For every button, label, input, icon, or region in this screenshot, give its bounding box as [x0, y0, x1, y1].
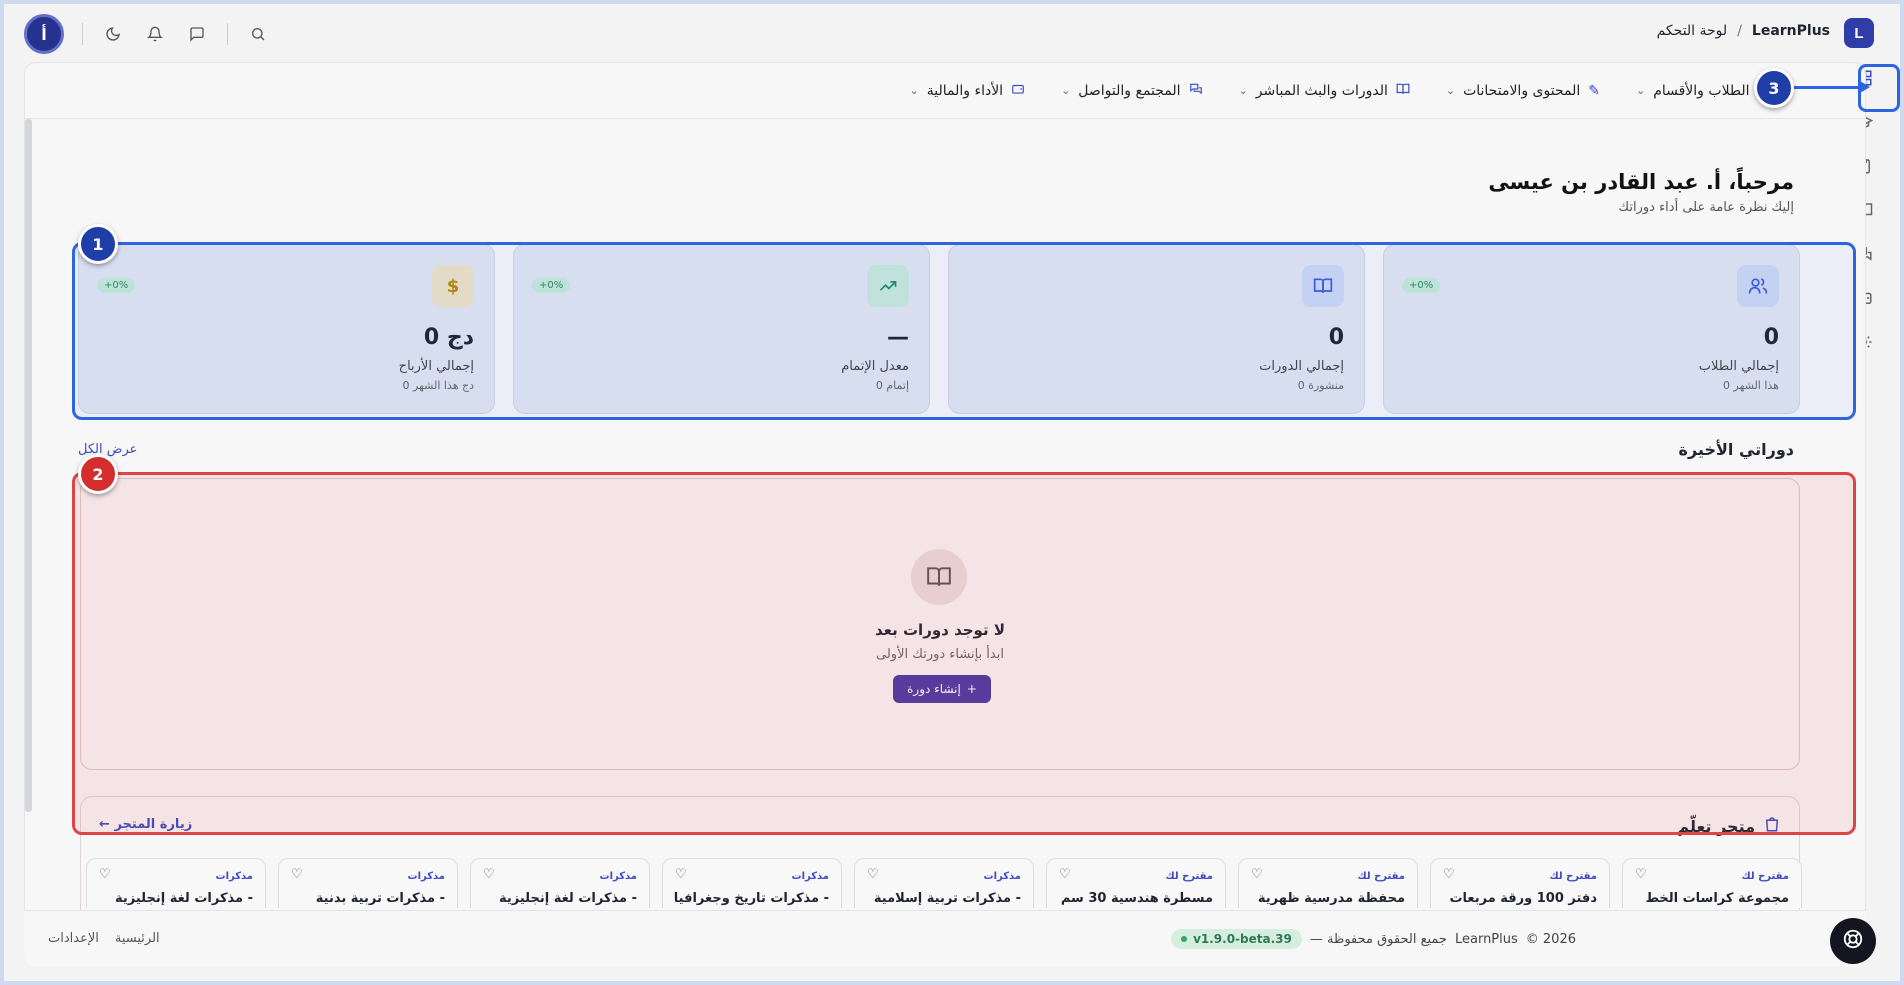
product-card[interactable]: مقترح لك ♡ مسطرة هندسية 30 سم — [1046, 858, 1226, 908]
top-bar-actions: أ — [24, 14, 270, 54]
chevron-down-icon: ⌄ — [1445, 84, 1456, 97]
scrollbar[interactable] — [25, 119, 32, 812]
product-name: دفتر 100 ورقة مربعات — [1449, 891, 1597, 906]
copyright-year: © 2026 — [1525, 931, 1576, 947]
wallet-icon — [1011, 82, 1025, 100]
nav-label: الدورات والبث المباشر — [1255, 82, 1388, 99]
heart-icon[interactable]: ♡ — [1251, 867, 1263, 882]
welcome-block: مرحباً، أ. عبد القادر بن عيسى إليك نظرة … — [1488, 170, 1794, 215]
heart-icon[interactable]: ♡ — [675, 867, 687, 882]
bell-icon[interactable] — [143, 22, 167, 46]
annotation-badge-2: 2 — [78, 454, 118, 494]
heart-icon[interactable]: ♡ — [867, 867, 879, 882]
footer-links: الرئيسية الإعدادات — [48, 931, 160, 946]
product-list: مقترح لك ♡ مجموعة كراسات الخط مقترح لك ♡ دفت… — [80, 858, 1802, 908]
heart-icon[interactable]: ♡ — [1635, 867, 1647, 882]
status-dot — [1181, 936, 1188, 942]
heart-icon[interactable]: ♡ — [291, 867, 303, 882]
heart-icon[interactable]: ♡ — [1443, 867, 1455, 882]
product-tag: مذكرات — [983, 871, 1021, 882]
chat-icon — [1189, 82, 1203, 100]
product-card[interactable]: مذكرات ♡ مذكرات تربية إسلامية - — [854, 858, 1034, 908]
product-name: مذكرات تاريخ وجغرافيا - — [673, 891, 829, 906]
annotation-arrow — [1794, 81, 1870, 93]
divider — [227, 23, 228, 45]
brand-logo[interactable]: L — [1844, 18, 1874, 48]
chevron-down-icon: ⌄ — [1238, 84, 1248, 97]
product-name: مجموعة كراسات الخط — [1645, 891, 1789, 906]
footer-settings-link[interactable]: الإعدادات — [48, 931, 99, 946]
nav-finance[interactable]: الأداء والمالية ⌄ — [910, 82, 1026, 100]
heart-icon[interactable]: ♡ — [99, 867, 111, 882]
recent-courses-title: دوراتي الأخيرة — [1678, 440, 1794, 459]
nav-label: المجتمع والتواصل — [1078, 82, 1181, 99]
top-bar: L LearnPlus / لوحة التحكم أ — [4, 4, 1900, 62]
annotation-badge-1: 1 — [78, 224, 118, 264]
footer: © 2026 LearnPlus — جميع الحقوق محفوظة v1… — [24, 910, 1866, 967]
product-tag: مقترح لك — [1165, 871, 1213, 882]
page-title: مرحباً، أ. عبد القادر بن عيسى — [1488, 170, 1794, 194]
footer-copyright: © 2026 LearnPlus — جميع الحقوق محفوظة v1… — [1171, 929, 1576, 949]
nav-label: الأداء والمالية — [926, 82, 1004, 99]
user-avatar[interactable]: أ — [24, 14, 64, 54]
search-icon[interactable] — [246, 22, 270, 46]
breadcrumb-current: لوحة التحكم — [1656, 23, 1728, 39]
product-card[interactable]: مقترح لك ♡ محفظة مدرسية ظهرية — [1238, 858, 1418, 908]
product-tag: مقترح لك — [1741, 871, 1789, 882]
view-all-link[interactable]: عرض الكل — [78, 442, 137, 457]
product-tag: مقترح لك — [1357, 871, 1405, 882]
version-text: v1.9.0-beta.39 — [1193, 932, 1292, 946]
product-name: مسطرة هندسية 30 سم — [1060, 891, 1213, 906]
chevron-down-icon: ⌄ — [909, 84, 919, 97]
annotation-badge-3: 3 — [1754, 68, 1794, 108]
product-name: مذكرات لغة إنجليزية - — [115, 891, 253, 906]
help-button[interactable] — [1830, 918, 1876, 964]
product-tag: مذكرات — [791, 871, 829, 882]
page-subtitle: إليك نظرة عامة على أداء دوراتك — [1618, 200, 1794, 215]
top-nav: 🎓 الطلاب والأقسام ⌄ ✎ المحتوى والامتحانا… — [25, 63, 1865, 119]
product-card[interactable]: مذكرات ♡ مذكرات تاريخ وجغرافيا - — [662, 858, 842, 908]
heart-icon[interactable]: ♡ — [483, 867, 495, 882]
nav-content[interactable]: ✎ المحتوى والامتحانات ⌄ — [1446, 83, 1600, 99]
footer-brand: LearnPlus — [1454, 931, 1518, 947]
product-tag: مذكرات — [215, 871, 253, 882]
message-icon[interactable] — [185, 22, 209, 46]
chevron-down-icon: ⌄ — [1635, 84, 1646, 97]
moon-icon[interactable] — [101, 22, 125, 46]
nav-community[interactable]: المجتمع والتواصل ⌄ — [1061, 82, 1202, 100]
chevron-down-icon: ⌄ — [1061, 84, 1071, 97]
product-card[interactable]: مقترح لك ♡ دفتر 100 ورقة مربعات — [1430, 858, 1610, 908]
nav-courses[interactable]: الدورات والبث المباشر ⌄ — [1239, 82, 1410, 100]
product-tag: مذكرات — [599, 871, 637, 882]
product-tag: مقترح لك — [1549, 871, 1597, 882]
app-frame: L LearnPlus / لوحة التحكم أ الطلاب والأق… — [0, 0, 1904, 985]
breadcrumb: LearnPlus / لوحة التحكم — [1657, 23, 1830, 39]
nav-label: الطلاب والأقسام — [1653, 82, 1750, 99]
heart-icon[interactable]: ♡ — [1059, 867, 1071, 882]
breadcrumb-separator: / — [1737, 23, 1742, 39]
product-name: مذكرات تربية بدنية - — [315, 891, 445, 906]
version-badge: v1.9.0-beta.39 — [1171, 929, 1302, 949]
product-card[interactable]: مذكرات ♡ مذكرات لغة إنجليزية - — [86, 858, 266, 908]
breadcrumb-brand[interactable]: LearnPlus — [1752, 23, 1830, 39]
product-card[interactable]: مقترح لك ♡ مجموعة كراسات الخط — [1622, 858, 1802, 908]
product-name: مذكرات لغة إنجليزية - — [499, 891, 637, 906]
footer-home-link[interactable]: الرئيسية — [115, 931, 160, 946]
divider — [82, 23, 83, 45]
rights-text: — جميع الحقوق محفوظة — [1309, 931, 1447, 947]
nav-label: المحتوى والامتحانات — [1463, 82, 1581, 99]
product-name: محفظة مدرسية ظهرية — [1257, 891, 1405, 906]
lifebuoy-icon — [1842, 928, 1864, 954]
product-card[interactable]: مذكرات ♡ مذكرات تربية بدنية - — [278, 858, 458, 908]
product-name: مذكرات تربية إسلامية - — [873, 891, 1021, 906]
product-tag: مذكرات — [407, 871, 445, 882]
book-icon — [1396, 82, 1410, 100]
highlight-courses — [72, 472, 1856, 835]
highlight-stats — [72, 242, 1856, 420]
edit-icon: ✎ — [1588, 82, 1600, 99]
product-card[interactable]: مذكرات ♡ مذكرات لغة إنجليزية - — [470, 858, 650, 908]
